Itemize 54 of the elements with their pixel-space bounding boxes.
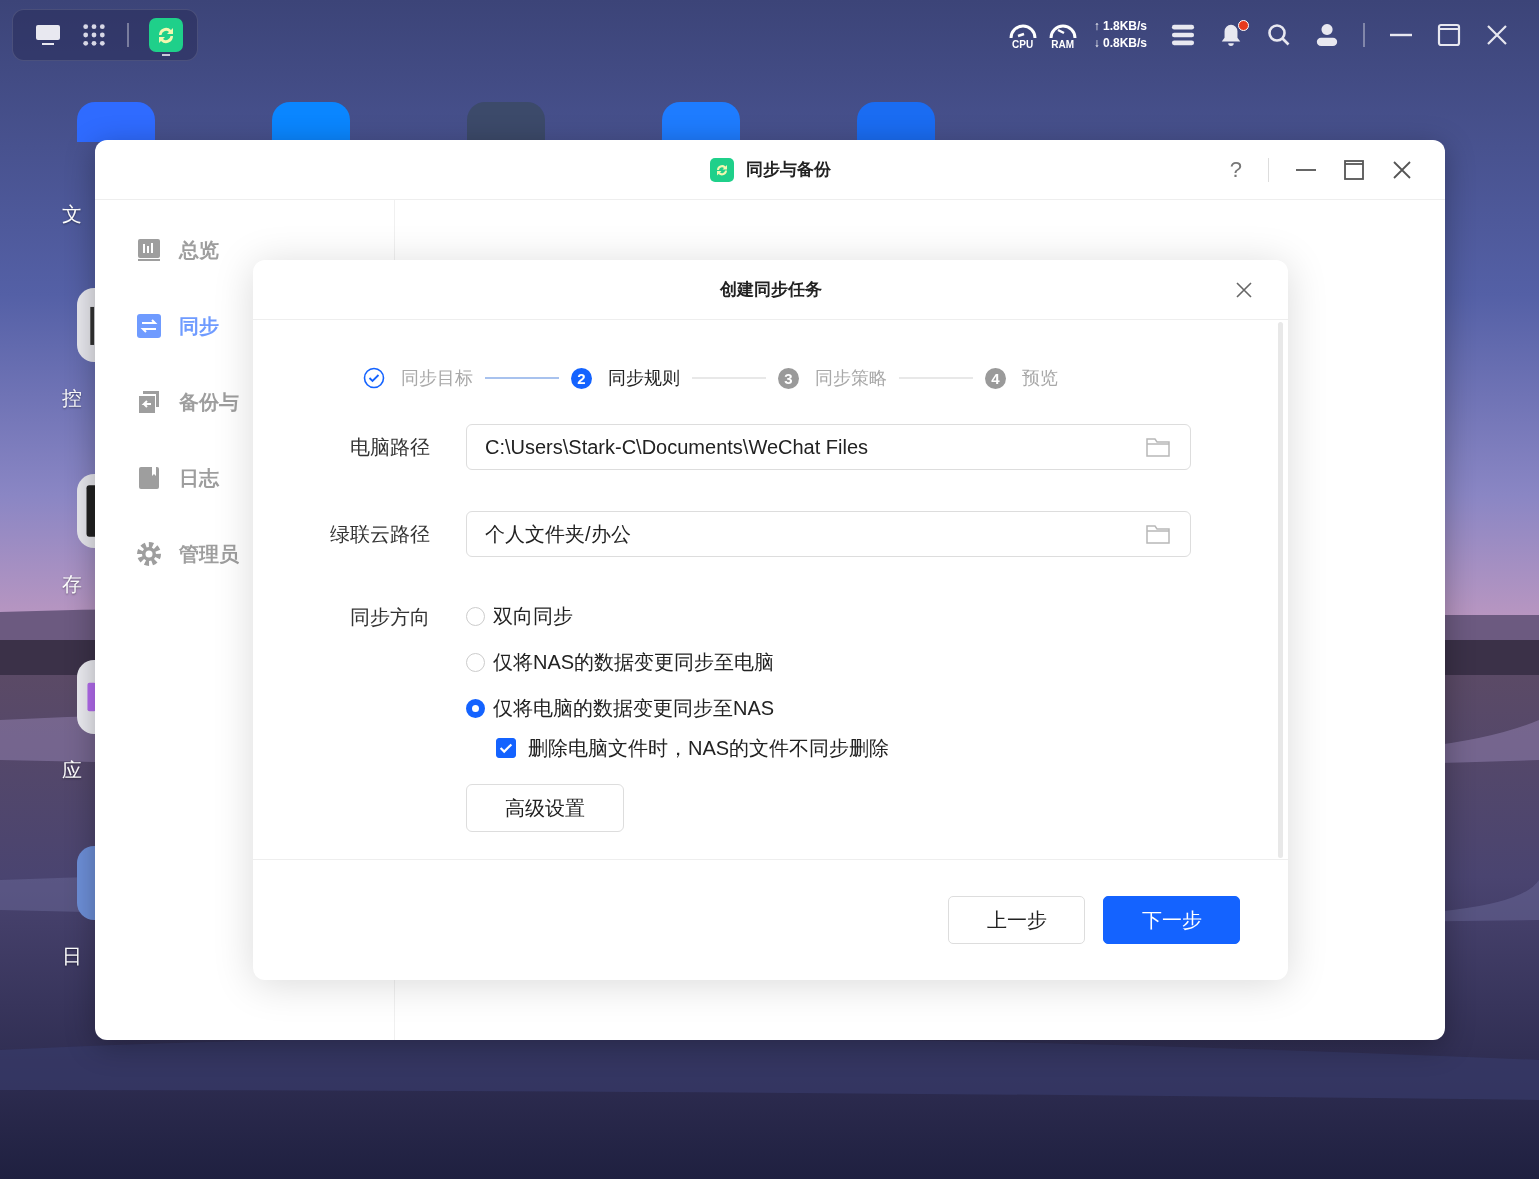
- step-number: 4: [985, 367, 1006, 389]
- desktop-icon-label: 日: [62, 944, 82, 968]
- server-icon[interactable]: [1171, 23, 1195, 47]
- upload-speed: ↑ 1.8KB/s: [1093, 18, 1147, 35]
- close-icon[interactable]: [1391, 159, 1413, 181]
- app-tile-icon[interactable]: [662, 102, 740, 142]
- desktop-icon-label: 文: [62, 202, 82, 226]
- app-tile-icon[interactable]: [77, 102, 155, 142]
- next-button[interactable]: 下一步: [1103, 896, 1240, 944]
- download-speed: ↓ 0.8KB/s: [1093, 35, 1147, 52]
- path-field[interactable]: C:\Users\Stark-C\Documents\WeChat Files: [466, 424, 1191, 470]
- swap-arrows-icon: [137, 314, 161, 338]
- sync-app-icon[interactable]: [149, 18, 183, 56]
- help-button[interactable]: ?: [1229, 157, 1242, 183]
- app-tile-icon[interactable]: [857, 102, 935, 142]
- step-label: 同步目标: [401, 367, 473, 390]
- step-number: 2: [571, 367, 592, 389]
- field-label: 绿联云路径: [329, 521, 430, 547]
- desktop-icon-label: 存: [62, 572, 82, 596]
- sync-app-icon: [709, 157, 734, 182]
- desktop-icon-label: 应: [62, 758, 82, 782]
- step-label: 同步规则: [608, 367, 680, 390]
- back-button[interactable]: 上一步: [948, 896, 1085, 944]
- user-icon[interactable]: [1315, 23, 1339, 47]
- field-label: 同步方向: [349, 605, 430, 630]
- bell-icon[interactable]: [1219, 23, 1243, 47]
- radio-option[interactable]: 双向同步: [466, 598, 573, 634]
- checkbox-option[interactable]: 删除电脑文件时，NAS的文件不同步删除: [496, 730, 890, 766]
- backup-icon: [137, 390, 161, 414]
- maximize-icon[interactable]: [1343, 159, 1365, 181]
- apps-grid-icon[interactable]: [81, 23, 107, 47]
- advanced-settings-button[interactable]: 高级设置: [466, 784, 624, 832]
- search-icon[interactable]: [1267, 23, 1291, 47]
- field-label: 电脑路径: [349, 434, 430, 460]
- chart-icon: [137, 238, 161, 262]
- path-field[interactable]: 个人文件夹/办公: [466, 511, 1191, 557]
- step-number: 3: [778, 367, 799, 389]
- cpu-label: CPU: [1012, 38, 1034, 50]
- book-icon: [137, 466, 161, 490]
- dialog-title: 创建同步任务: [719, 279, 822, 301]
- checkbox[interactable]: [496, 738, 516, 758]
- window-title: 同步与备份: [745, 159, 831, 181]
- step-label: 同步策略: [815, 367, 887, 390]
- app-tile-icon[interactable]: [467, 102, 545, 142]
- gear-icon: [137, 542, 161, 566]
- radio-option[interactable]: 仅将NAS的数据变更同步至电脑: [466, 644, 775, 680]
- ram-label: RAM: [1051, 38, 1075, 50]
- app-tile-icon[interactable]: [272, 102, 350, 142]
- radio-button[interactable]: [466, 698, 485, 718]
- desktop-icon-label: 控: [62, 386, 82, 410]
- radio-option[interactable]: 仅将电脑的数据变更同步至NAS: [466, 690, 775, 726]
- step-label: 预览: [1022, 367, 1058, 390]
- monitor-icon[interactable]: [35, 23, 61, 47]
- close-icon[interactable]: [1235, 281, 1253, 299]
